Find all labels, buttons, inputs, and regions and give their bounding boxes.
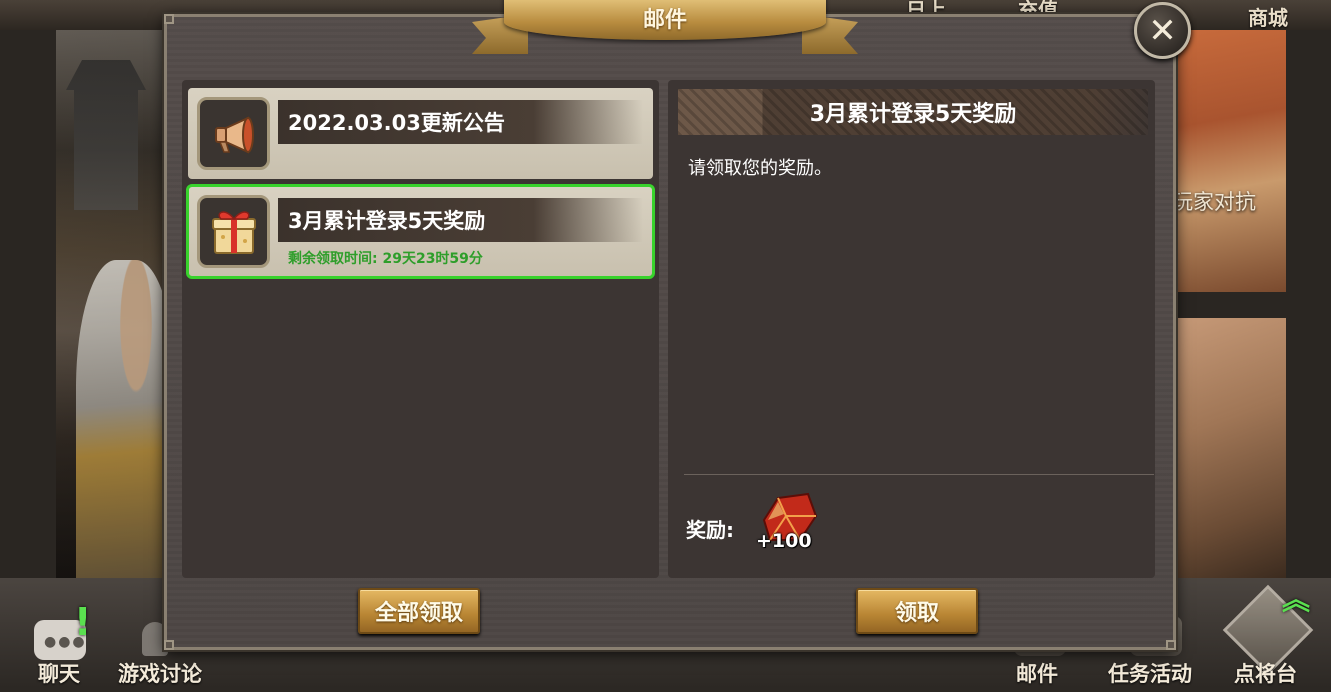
mail-detail-body: 请领取您的奖励。	[688, 158, 832, 179]
nav-discussion[interactable]: 游戏讨论	[118, 658, 202, 688]
nav-chat[interactable]: 聊天	[38, 658, 80, 688]
mail-item-login-reward[interactable]: 3月累计登录5天奖励 剩余领取时间: 29天23时59分	[186, 184, 655, 279]
dialog-title-ribbon: 邮件	[472, 0, 858, 58]
background-artwork-right-top	[1168, 30, 1286, 292]
divider	[684, 474, 1154, 475]
close-button[interactable]: ✕	[1134, 2, 1191, 59]
gift-box-icon	[197, 195, 270, 268]
dialog-title: 邮件	[642, 8, 687, 33]
mail-item-title: 2022.03.03更新公告	[278, 100, 643, 144]
close-icon: ✕	[1148, 10, 1177, 51]
claim-button[interactable]: 领取	[856, 588, 978, 634]
mail-item-announcement[interactable]: 2022.03.03更新公告	[188, 88, 653, 179]
megaphone-icon	[197, 97, 270, 170]
chat-alert-icon: !	[74, 600, 92, 644]
background-artwork-left	[56, 30, 168, 578]
pvp-banner-label[interactable]: 玩家对抗	[1172, 186, 1256, 216]
mail-item-title: 3月累计登录5天奖励	[278, 198, 643, 242]
mail-detail-title: 3月累计登录5天奖励	[678, 89, 1148, 135]
reward-label: 奖励:	[686, 518, 734, 542]
reward-count: +100	[756, 530, 812, 552]
nav-general[interactable]: 点将台	[1234, 658, 1297, 688]
upgrade-arrows-icon: ︽	[1282, 583, 1311, 616]
nav-tasks[interactable]: 任务活动	[1108, 658, 1192, 688]
nav-mail[interactable]: 邮件	[1016, 658, 1058, 688]
background-artwork-right-bottom	[1168, 318, 1286, 580]
claim-all-button[interactable]: 全部领取	[358, 588, 480, 634]
mail-item-remaining-time: 剩余领取时间: 29天23时59分	[288, 251, 483, 267]
top-nav-shop[interactable]: 商城	[1248, 2, 1288, 31]
